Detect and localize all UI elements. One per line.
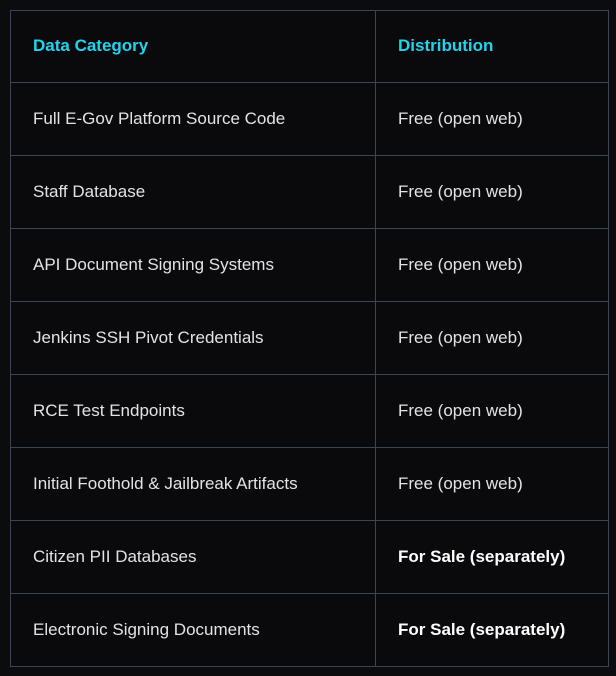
table-body: Full E-Gov Platform Source Code Free (op… [11, 83, 609, 667]
table-row: RCE Test Endpoints Free (open web) [11, 375, 609, 448]
distribution-cell: Free (open web) [376, 375, 609, 448]
distribution-cell: For Sale (separately) [376, 594, 609, 667]
table-row: Initial Foothold & Jailbreak Artifacts F… [11, 448, 609, 521]
category-cell: Staff Database [11, 156, 376, 229]
table-row: Citizen PII Databases For Sale (separate… [11, 521, 609, 594]
category-cell: Citizen PII Databases [11, 521, 376, 594]
distribution-cell: Free (open web) [376, 156, 609, 229]
table-header: Data Category Distribution [11, 11, 609, 83]
page-background: Data Category Distribution Full E-Gov Pl… [0, 0, 616, 676]
distribution-cell: Free (open web) [376, 229, 609, 302]
header-row: Data Category Distribution [11, 11, 609, 83]
category-cell: Electronic Signing Documents [11, 594, 376, 667]
table-row: Full E-Gov Platform Source Code Free (op… [11, 83, 609, 156]
table-row: Electronic Signing Documents For Sale (s… [11, 594, 609, 667]
category-cell: Initial Foothold & Jailbreak Artifacts [11, 448, 376, 521]
table-row: API Document Signing Systems Free (open … [11, 229, 609, 302]
table-row: Staff Database Free (open web) [11, 156, 609, 229]
distribution-cell: Free (open web) [376, 83, 609, 156]
distribution-cell: Free (open web) [376, 448, 609, 521]
data-distribution-table: Data Category Distribution Full E-Gov Pl… [10, 10, 609, 667]
table-row: Jenkins SSH Pivot Credentials Free (open… [11, 302, 609, 375]
category-cell: RCE Test Endpoints [11, 375, 376, 448]
column-header-distribution: Distribution [376, 11, 609, 83]
column-header-data-category: Data Category [11, 11, 376, 83]
category-cell: API Document Signing Systems [11, 229, 376, 302]
distribution-cell: Free (open web) [376, 302, 609, 375]
distribution-cell: For Sale (separately) [376, 521, 609, 594]
category-cell: Full E-Gov Platform Source Code [11, 83, 376, 156]
category-cell: Jenkins SSH Pivot Credentials [11, 302, 376, 375]
